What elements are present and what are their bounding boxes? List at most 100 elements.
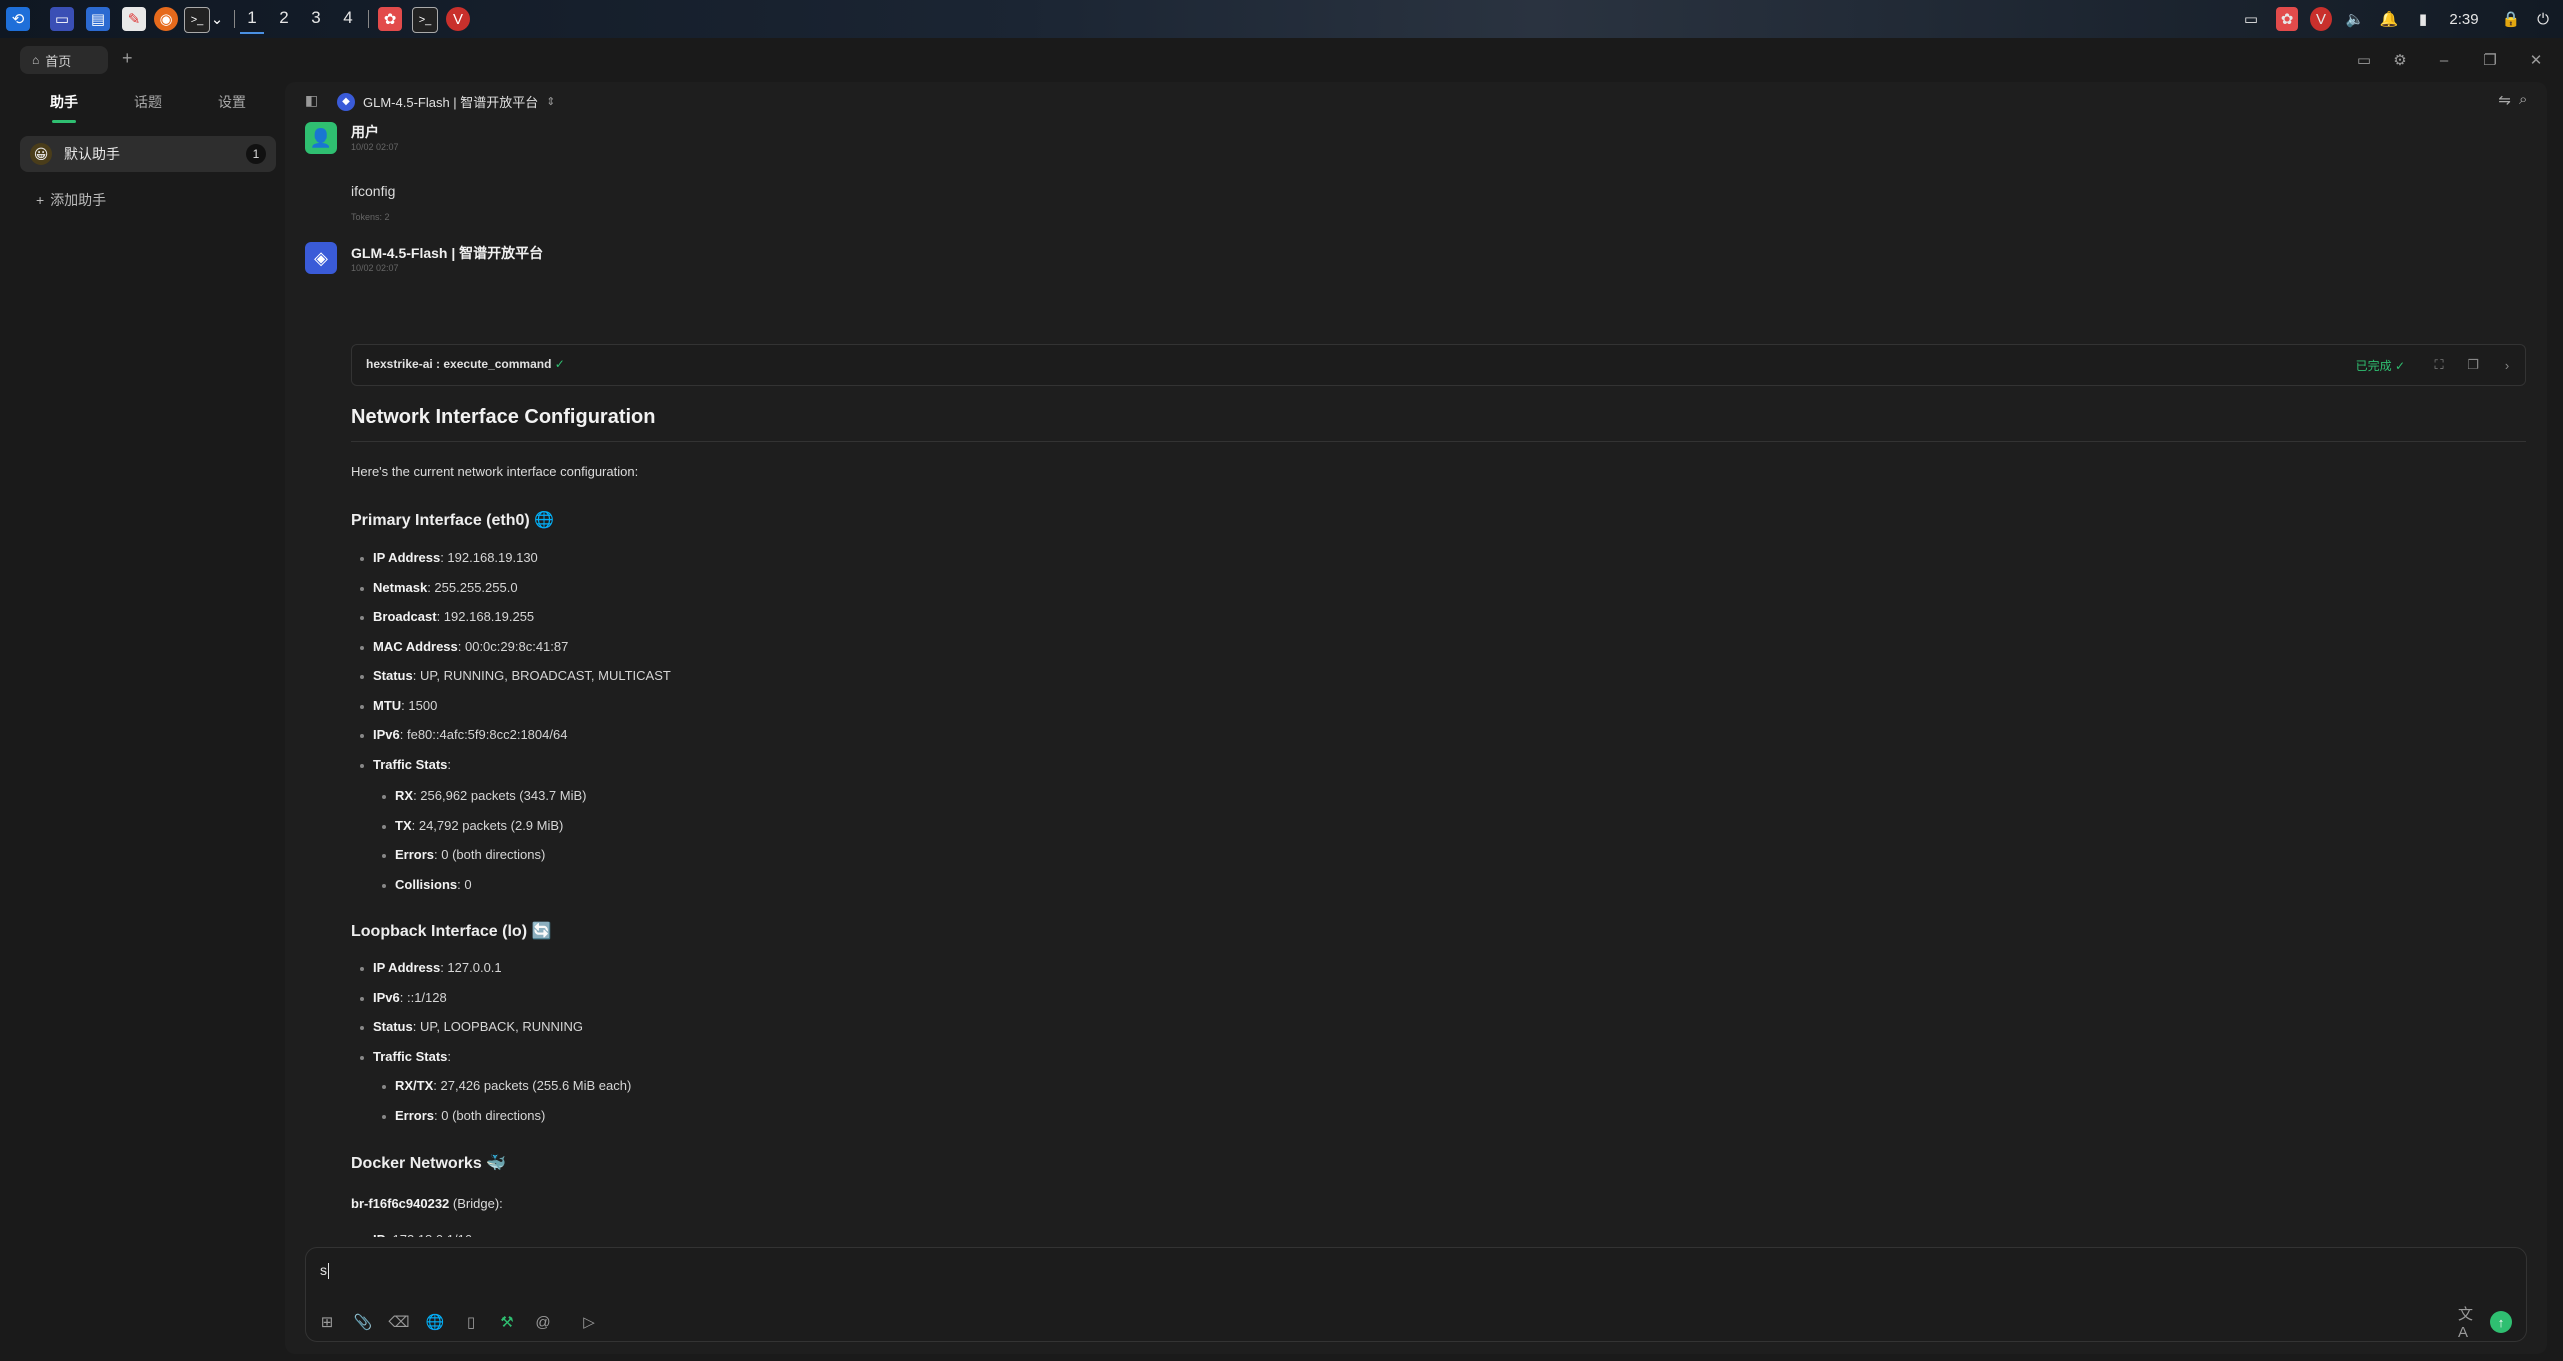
restore-icon[interactable]: ❐ [2478, 48, 2502, 72]
lock-icon[interactable]: 🔒 [2500, 7, 2522, 31]
play-circle-icon[interactable]: ▷ [578, 1311, 600, 1333]
layout-icon[interactable]: ⇋ [2498, 91, 2511, 109]
terminal-icon[interactable]: >_ [184, 7, 210, 33]
list-item-key: IP Address [373, 550, 441, 565]
model-name: GLM-4.5-Flash | 智谱开放平台 [363, 95, 539, 110]
list-item: Collisions: 0 [382, 876, 472, 892]
new-topic-icon[interactable]: ⊞ [316, 1311, 338, 1333]
sidebar-toggle-icon[interactable]: ◧ [305, 92, 318, 109]
list-item: Errors: 0 (both directions) [381, 1107, 546, 1123]
list-item: RX: 256,962 packets (343.7 MiB) [382, 788, 587, 803]
tool-call-block[interactable]: hexstrike-ai : execute_command ✓ 已完成 ✓ ⛶… [351, 344, 2526, 386]
firefox-icon[interactable]: ◉ [154, 7, 178, 31]
tab-topics[interactable]: 话题 [118, 92, 178, 112]
workspace-separator [234, 10, 235, 28]
desktop-icon[interactable]: ▭ [50, 7, 74, 31]
list-item-value: : UP, RUNNING, BROADCAST, MULTICAST [412, 668, 671, 683]
vivaldi-icon[interactable]: V [446, 7, 470, 31]
app-tabbar: ⌂ 首页 + ▭ ⚙ – ❐ ✕ [0, 38, 2563, 82]
docker-bridge: br-f16f6c940232 (Bridge): [351, 1196, 503, 1211]
tab-home-label: 首页 [45, 53, 72, 69]
terminal-icon[interactable]: >_ [412, 7, 438, 33]
list-item: IP Address: 127.0.0.1 [360, 960, 502, 975]
list-item: RX/TX: 27,426 packets (255.6 MiB each) [381, 1078, 631, 1093]
hammer-icon[interactable]: ⚒ [496, 1311, 518, 1333]
minimize-icon[interactable]: – [2432, 48, 2456, 72]
gear-icon[interactable]: ⚙ [2388, 48, 2412, 72]
screen-icon[interactable]: ▭ [2240, 7, 2262, 31]
text-editor-icon[interactable]: ✎ [122, 7, 146, 31]
assistant-avatar: ◈ [305, 242, 337, 274]
workspace-2[interactable]: 2 [272, 8, 296, 28]
chat-header: ◧ ◆ GLM-4.5-Flash | 智谱开放平台 ⇕ ⇋ ⌕ [285, 82, 2547, 122]
attachment-icon[interactable]: 📎 [352, 1311, 374, 1333]
list-item: IPv6: ::1/128 [360, 989, 447, 1005]
add-tab-button[interactable]: + [122, 48, 133, 69]
list-item: IP: 172.18.0.1/16 [373, 1232, 472, 1237]
volume-icon[interactable]: 🔈 [2344, 7, 2366, 31]
user-tokens: Tokens: 2 [351, 212, 390, 222]
user-message-text: ifconfig [351, 183, 396, 199]
list-item-value: : 192.168.19.130 [440, 550, 538, 565]
file-manager-icon[interactable]: ▤ [86, 7, 110, 31]
at-icon[interactable]: @ [532, 1311, 554, 1333]
model-selector[interactable]: ◆ GLM-4.5-Flash | 智谱开放平台 ⇕ [337, 92, 556, 111]
tab-home[interactable]: ⌂ 首页 [20, 46, 108, 74]
file-icon[interactable]: ▯ [460, 1311, 482, 1333]
list-item: Traffic Stats: [359, 1048, 451, 1064]
close-icon[interactable]: ✕ [2524, 48, 2548, 72]
list-item-key: Errors [395, 847, 435, 862]
tab-assistants[interactable]: 助手 [34, 92, 94, 123]
plus-icon: + [36, 192, 45, 208]
cherry-studio-icon[interactable]: ✿ [2276, 7, 2298, 31]
battery-icon[interactable]: ▮ [2412, 7, 2434, 31]
bell-icon[interactable]: 🔔 [2378, 7, 2400, 31]
list-item: TX: 24,792 packets (2.9 MiB) [381, 817, 563, 833]
add-assistant-button[interactable]: + 添加助手 [36, 190, 106, 210]
chevron-right-icon[interactable]: › [2497, 355, 2517, 375]
chevron-updown-icon: ⇕ [546, 96, 556, 108]
send-icon[interactable]: ↑ [2490, 1311, 2512, 1333]
workspace-3[interactable]: 3 [304, 8, 328, 28]
eraser-icon[interactable]: ⌫ [388, 1311, 410, 1333]
list-item-key: Traffic Stats [373, 1048, 448, 1064]
expand-icon[interactable]: ⛶ [2429, 355, 2449, 375]
list-item-key: MAC Address [373, 638, 458, 654]
list-item-key: IP [373, 1232, 385, 1237]
clock[interactable]: 2:39 [2442, 7, 2486, 31]
message-input[interactable]: s [320, 1262, 329, 1280]
list-item-key: TX [395, 817, 412, 833]
vivaldi-icon[interactable]: V [2310, 7, 2332, 31]
list-item-value: : 1500 [401, 697, 438, 713]
copy-icon[interactable]: ❐ [2463, 355, 2483, 375]
workspace-4[interactable]: 4 [336, 8, 360, 28]
list-item: Traffic Stats: [359, 757, 451, 772]
eth0-heading: Primary Interface (eth0) 🌐 [351, 512, 555, 529]
assistant-name: GLM-4.5-Flash | 智谱开放平台 [351, 245, 544, 261]
list-item-value: : ::1/128 [399, 989, 447, 1005]
docker-heading: Docker Networks 🐳 [351, 1155, 507, 1172]
list-item-key: RX [395, 788, 414, 803]
list-item-key: RX/TX [395, 1078, 434, 1093]
chevron-down-icon[interactable]: ⌄ [210, 7, 224, 31]
translate-icon[interactable]: 文A [2458, 1306, 2480, 1341]
assistant-item-default[interactable]: 😀 默认助手 1 [20, 136, 276, 172]
deepin-launcher-icon[interactable]: ⟲ [6, 7, 30, 31]
tab-settings[interactable]: 设置 [202, 92, 262, 112]
check-circle-icon: ✓ [554, 357, 565, 371]
list-item-key: Status [373, 668, 413, 683]
power-icon[interactable]: ⏻ [2532, 7, 2554, 31]
search-icon[interactable]: ⌕ [2519, 91, 2547, 108]
list-item-key: Collisions [395, 876, 458, 892]
list-item: Netmask: 255.255.255.0 [360, 580, 518, 595]
workspace-1[interactable]: 1 [240, 8, 264, 34]
cherry-studio-icon[interactable]: ✿ [378, 7, 402, 31]
list-item-value: : 256,962 packets (343.7 MiB) [413, 788, 587, 803]
list-item-value: : 192.168.19.255 [436, 609, 535, 624]
list-item-value: : 0 (both directions) [434, 1107, 546, 1123]
list-item-key: IP Address [373, 960, 441, 975]
message-input-box[interactable]: s ⊞ 📎 ⌫ 🌐 ▯ ⚒ @ ▷ 文A ↑ [305, 1247, 2527, 1342]
workspace-separator [368, 10, 369, 28]
globe-icon[interactable]: 🌐 [424, 1311, 446, 1333]
monitor-icon[interactable]: ▭ [2352, 48, 2376, 72]
